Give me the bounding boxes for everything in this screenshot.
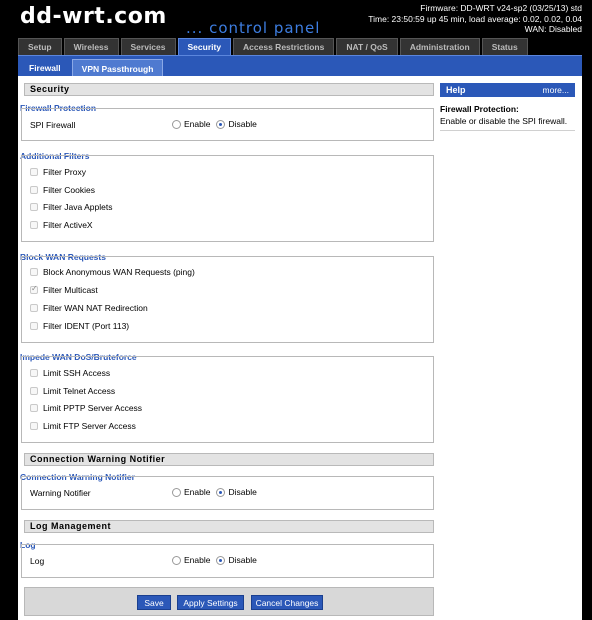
limit-telnet-row[interactable]: Limit Telnet Access [30,385,115,397]
filter-ident-checkbox[interactable] [30,322,38,330]
filter-java-checkbox[interactable] [30,203,38,211]
warning-notifier-radio-group: Enable Disable [172,487,257,497]
filter-proxy-row[interactable]: Filter Proxy [30,166,86,178]
tab-administration[interactable]: Administration [399,38,480,55]
firmware-text: Firmware: DD-WRT v24-sp2 (03/25/13) std [420,3,582,13]
main-panel: Security Firewall Protection SPI Firewal… [18,76,582,620]
warning-notifier-label: Warning Notifier [30,488,91,498]
log-enable-option[interactable]: Enable [172,555,210,565]
filter-multicast-row[interactable]: Filter Multicast [30,284,98,296]
section-title-security: Security [24,83,434,96]
warning-disable-radio[interactable] [216,487,226,497]
spi-disable-option[interactable]: Disable [216,119,257,129]
subtab-firewall[interactable]: Firewall [20,59,70,77]
tab-services[interactable]: Services [120,38,176,55]
spi-firewall-radio-group: Enable Disable [172,119,257,129]
filter-cookies-checkbox[interactable] [30,186,38,194]
filter-cookies-row[interactable]: Filter Cookies [30,184,95,196]
filter-multicast-checkbox[interactable] [30,284,38,294]
spi-firewall-label: SPI Firewall [30,120,76,130]
button-bar: Save Apply Settings Cancel Changes [24,587,434,616]
filter-activex-checkbox[interactable] [30,221,38,229]
block-ping-row[interactable]: Block Anonymous WAN Requests (ping) [30,266,195,278]
logo-subtitle: ... control panel [186,19,321,37]
limit-pptp-row[interactable]: Limit PPTP Server Access [30,402,142,414]
log-disable-option[interactable]: Disable [216,555,257,565]
filter-proxy-checkbox[interactable] [30,168,38,176]
system-info: Firmware: DD-WRT v24-sp2 (03/25/13) std … [368,3,582,35]
apply-settings-button[interactable]: Apply Settings [177,595,244,610]
section-title-log-management: Log Management [24,520,434,533]
tab-access-restrictions[interactable]: Access Restrictions [233,38,335,55]
limit-pptp-checkbox[interactable] [30,404,38,412]
section-title-connection-warning: Connection Warning Notifier [24,453,434,466]
filter-nat-redirection-checkbox[interactable] [30,304,38,312]
spi-enable-option[interactable]: Enable [172,119,210,129]
tab-nat-qos[interactable]: NAT / QoS [336,38,398,55]
help-text: Enable or disable the SPI firewall. [440,116,568,126]
save-button[interactable]: Save [137,595,171,610]
uptime-text: Time: 23:50:59 up 45 min, load average: … [368,13,582,24]
tab-setup[interactable]: Setup [18,38,62,55]
row-spi-firewall: SPI Firewall [30,119,75,131]
limit-ssh-checkbox[interactable] [30,369,38,377]
help-header: Help more... [440,83,575,97]
help-divider [440,130,575,131]
subtab-vpn-passthrough[interactable]: VPN Passthrough [71,59,164,77]
row-warning-notifier: Warning Notifier [30,487,91,499]
help-title: Help [446,85,466,95]
limit-ftp-row[interactable]: Limit FTP Server Access [30,420,136,432]
warning-disable-option[interactable]: Disable [216,487,257,497]
filter-java-row[interactable]: Filter Java Applets [30,201,112,213]
filter-ident-row[interactable]: Filter IDENT (Port 113) [30,320,129,332]
tab-status[interactable]: Status [481,38,528,55]
spi-enable-radio[interactable] [172,119,181,129]
spi-disable-radio[interactable] [216,119,226,129]
wan-status: WAN: Disabled [524,24,582,34]
filter-activex-row[interactable]: Filter ActiveX [30,219,93,231]
limit-ssh-row[interactable]: Limit SSH Access [30,367,110,379]
help-heading: Firewall Protection: [440,104,519,114]
filter-nat-redirection-row[interactable]: Filter WAN NAT Redirection [30,302,148,314]
row-log: Log [30,555,44,567]
header: dd-wrt.com ... control panel Firmware: D… [0,0,592,38]
warning-enable-option[interactable]: Enable [172,487,210,497]
log-label: Log [30,556,45,566]
log-enable-radio[interactable] [172,555,181,565]
tab-wireless[interactable]: Wireless [63,38,119,55]
log-disable-radio[interactable] [216,555,226,565]
limit-ftp-checkbox[interactable] [30,422,38,430]
limit-telnet-checkbox[interactable] [30,387,38,395]
tab-security[interactable]: Security [177,38,232,55]
warning-enable-radio[interactable] [172,487,181,497]
help-more-link[interactable]: more... [543,83,569,97]
cancel-changes-button[interactable]: Cancel Changes [251,595,323,610]
subtab-bar: Firewall VPN Passthrough [18,55,582,77]
main-tabs: Setup Wireless Services Security Access … [18,38,528,55]
log-radio-group: Enable Disable [172,555,257,565]
block-ping-checkbox[interactable] [30,268,38,276]
logo: dd-wrt.com [20,4,167,29]
